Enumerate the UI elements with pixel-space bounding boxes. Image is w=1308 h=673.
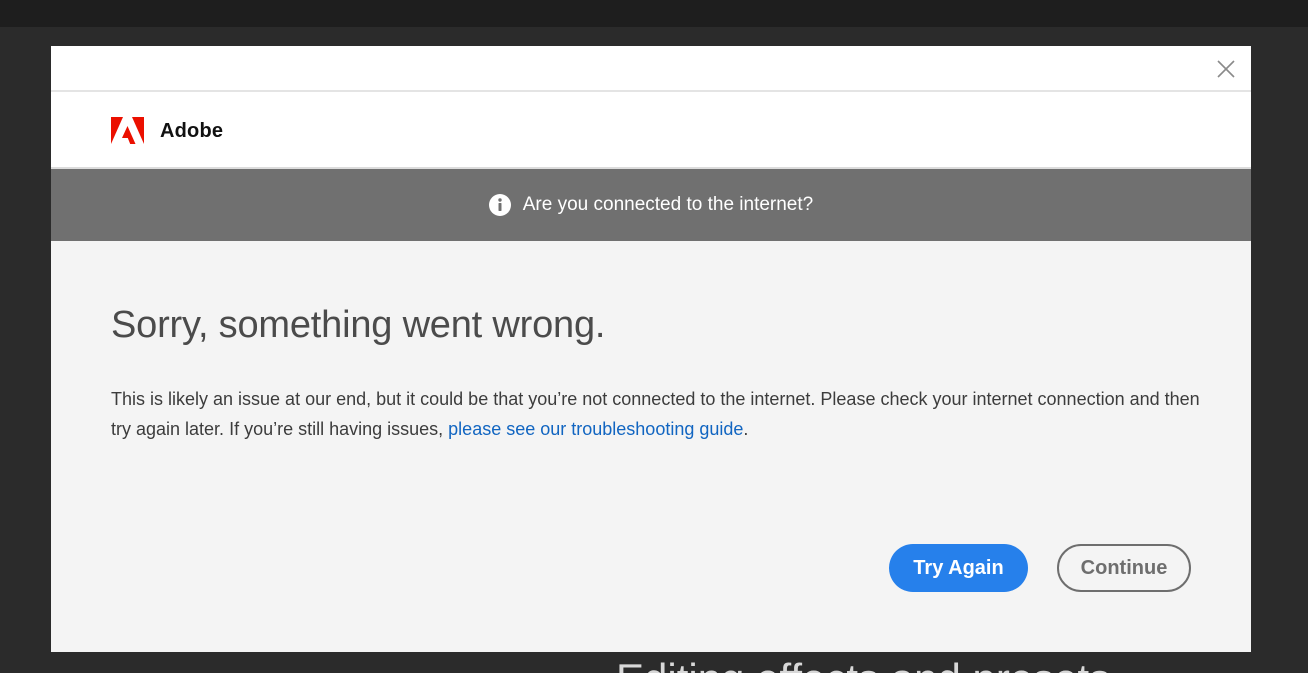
troubleshooting-link[interactable]: please see our troubleshooting guide — [448, 419, 743, 439]
dialog-top-strip — [51, 46, 1251, 92]
app-top-bar — [0, 0, 1308, 27]
continue-button[interactable]: Continue — [1057, 544, 1191, 592]
adobe-logo-icon — [111, 117, 144, 144]
brand-name: Adobe — [160, 120, 224, 142]
dialog-message: This is likely an issue at our end, but … — [111, 384, 1201, 444]
try-again-button[interactable]: Try Again — [889, 544, 1028, 592]
notice-text: Are you connected to the internet? — [522, 194, 814, 215]
message-suffix: . — [743, 419, 749, 439]
connection-notice-banner: Are you connected to the internet? — [51, 169, 1251, 241]
brand-header: Adobe — [51, 92, 1251, 169]
error-dialog: Adobe Are you connected to the internet?… — [51, 46, 1251, 652]
close-icon[interactable] — [1215, 58, 1237, 80]
background-page-text: Editing effects and presets — [616, 652, 1110, 673]
dialog-heading: Sorry, something went wrong. — [111, 304, 606, 346]
info-icon — [488, 194, 511, 216]
